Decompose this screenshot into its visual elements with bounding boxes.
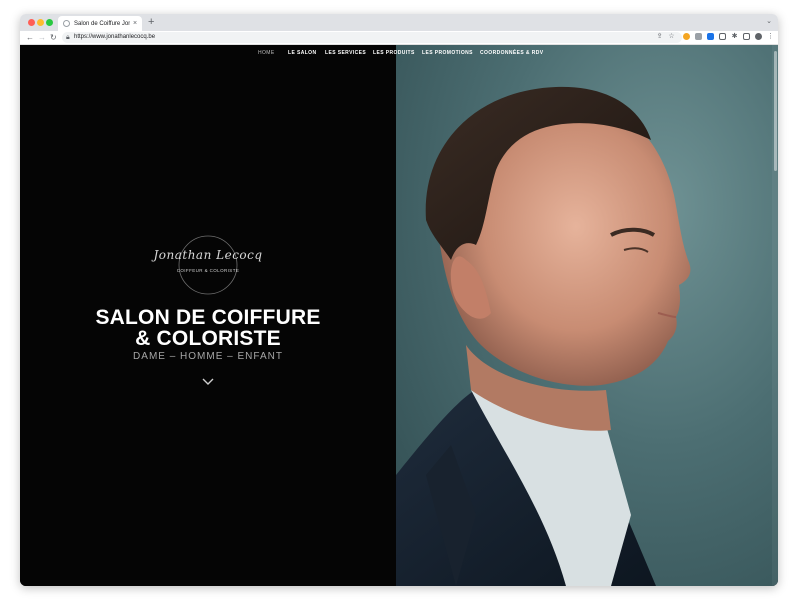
salon-logo: Jonathan Lecocq COIFFEUR & COLORISTE — [148, 235, 268, 297]
nav-item-les-promotions[interactable]: LES PROMOTIONS — [422, 49, 473, 57]
man-profile-portrait — [396, 86, 691, 586]
lock-icon: 🔒︎ — [66, 34, 70, 41]
bookmark-star-icon[interactable]: ☆ — [668, 33, 675, 40]
reload-icon[interactable]: ↻ — [50, 32, 57, 43]
address-bar[interactable]: 🔒︎ https://www.jonathanlecocq.be — [62, 32, 682, 43]
favicon-icon — [63, 20, 70, 27]
nav-item-coordonnees-rdv[interactable]: COORDONNÉES & RDV — [480, 49, 543, 57]
web-page: HOME LE SALON LES SERVICES LES PRODUITS … — [20, 45, 778, 586]
tab-title: Salon de Coiffure Jonathan Le — [74, 21, 130, 27]
page-scrollbar[interactable] — [772, 45, 778, 586]
share-icon[interactable]: ⇪ — [656, 33, 663, 40]
hero-title-line1: SALON DE COIFFURE — [95, 306, 321, 329]
tab-strip: Salon de Coiffure Jonathan Le × + ⌄ — [20, 14, 778, 31]
browser-window: Salon de Coiffure Jonathan Le × + ⌄ ← → … — [20, 14, 778, 586]
nav-item-les-services[interactable]: LES SERVICES — [325, 49, 366, 57]
scrollbar-thumb[interactable] — [774, 51, 777, 171]
url-text[interactable]: https://www.jonathanlecocq.be — [74, 33, 155, 42]
extension-icon[interactable] — [707, 33, 714, 40]
browser-toolbar: ← → ↻ 🔒︎ https://www.jonathanlecocq.be ⇪… — [20, 31, 778, 45]
zoom-window-button[interactable] — [46, 19, 53, 26]
new-tab-button[interactable]: + — [148, 16, 154, 29]
nav-item-home[interactable]: HOME — [258, 49, 275, 57]
main-nav: HOME LE SALON LES SERVICES LES PRODUITS … — [20, 45, 778, 63]
hero-subtitle: DAME – HOMME – ENFANT — [133, 351, 283, 362]
profile-avatar-icon[interactable] — [755, 33, 762, 40]
forward-icon[interactable]: → — [38, 32, 46, 43]
kebab-menu-icon[interactable]: ⋮ — [767, 33, 774, 40]
close-window-button[interactable] — [28, 19, 35, 26]
hero-title-line2: & COLORISTE — [135, 327, 281, 350]
logo-tagline: COIFFEUR & COLORISTE — [176, 268, 240, 273]
puzzle-icon[interactable]: ✱ — [731, 33, 738, 40]
side-panel-icon[interactable] — [743, 33, 750, 40]
hero-title: SALON DE COIFFURE & COLORISTE — [60, 307, 356, 349]
logo-circle-icon — [178, 235, 238, 295]
nav-item-le-salon[interactable]: LE SALON — [288, 49, 316, 57]
extension-icon[interactable] — [695, 33, 702, 40]
minimize-window-button[interactable] — [37, 19, 44, 26]
hero-photo — [396, 45, 778, 586]
chevron-down-icon[interactable] — [201, 375, 215, 389]
back-icon[interactable]: ← — [26, 32, 34, 43]
nav-item-les-produits[interactable]: LES PRODUITS — [373, 49, 415, 57]
tab-close-icon[interactable]: × — [133, 19, 137, 28]
tab-search-icon[interactable]: ⌄ — [766, 17, 772, 25]
logo-script-name: Jonathan Lecocq — [153, 248, 263, 262]
browser-tab[interactable]: Salon de Coiffure Jonathan Le × — [58, 16, 142, 31]
extension-icon[interactable] — [683, 33, 690, 40]
extension-icon[interactable] — [719, 33, 726, 40]
